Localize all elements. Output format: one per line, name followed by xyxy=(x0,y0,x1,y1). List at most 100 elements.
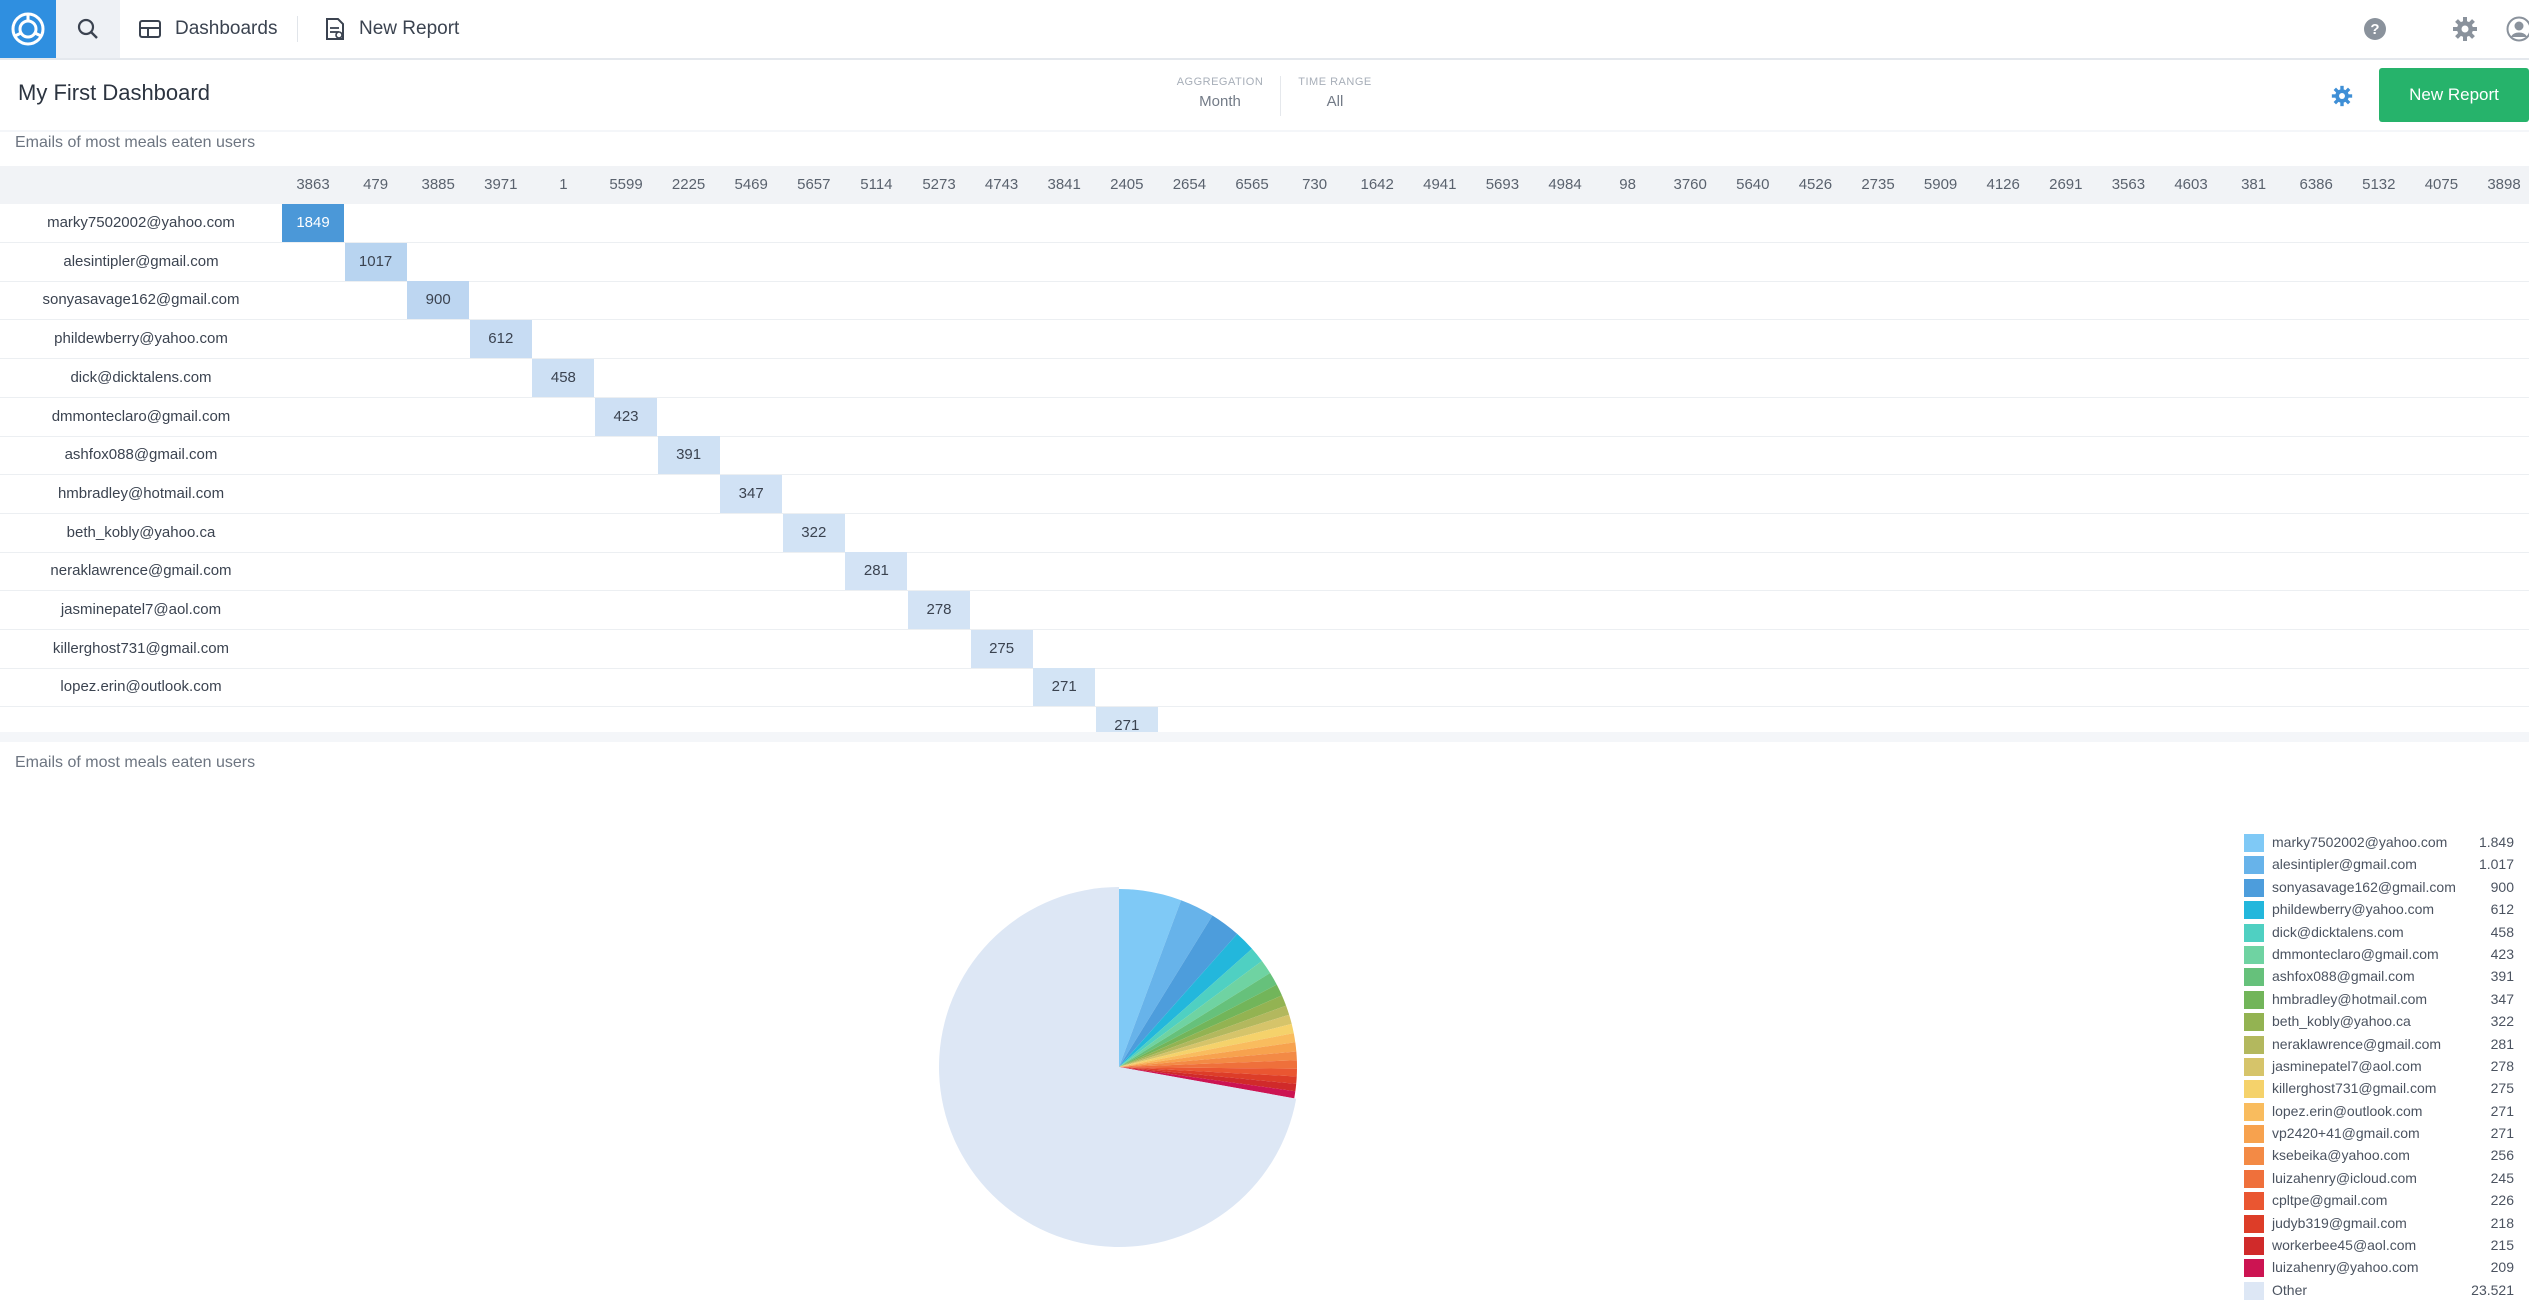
legend-value: 1.849 xyxy=(2478,834,2514,850)
legend-item[interactable]: workerbee45@aol.com 215 xyxy=(2244,1235,2514,1257)
legend-item[interactable]: jasminepatel7@aol.com 278 xyxy=(2244,1056,2514,1078)
heat-cell[interactable]: 278 xyxy=(908,591,970,629)
column-header: 5693 xyxy=(1485,176,1520,193)
legend-value: 391 xyxy=(2490,968,2514,985)
heat-cell[interactable]: 423 xyxy=(595,397,657,436)
help-button[interactable]: ? xyxy=(2360,14,2390,44)
legend-value: 245 xyxy=(2490,1169,2514,1186)
settings-button[interactable] xyxy=(2450,14,2480,44)
legend-item[interactable]: Other 23.521 xyxy=(2244,1280,2514,1302)
heat-cell[interactable]: 612 xyxy=(469,320,532,359)
row-email-label: jasminepatel7@aol.com xyxy=(60,601,222,618)
legend-item[interactable]: ksebeika@yahoo.com 256 xyxy=(2244,1145,2514,1167)
heat-cell[interactable]: 271 xyxy=(1095,707,1158,732)
legend-item[interactable]: marky7502002@yahoo.com 1.849 xyxy=(2244,832,2514,854)
column-header: 5657 xyxy=(797,176,831,193)
nav-new-report[interactable]: New Report xyxy=(325,0,459,58)
time-range-label: TIME RANGE xyxy=(1298,76,1372,88)
column-header: 3563 xyxy=(2111,176,2146,193)
heat-cell[interactable]: 281 xyxy=(845,552,908,591)
legend-value: 218 xyxy=(2490,1214,2514,1231)
legend-item[interactable]: vp2420+41@gmail.com 271 xyxy=(2244,1123,2514,1145)
row-email-label xyxy=(0,707,282,732)
nav-dashboards[interactable]: Dashboards xyxy=(139,0,277,58)
table-row: dmmonteclaro@gmail.com 423 xyxy=(0,397,2529,437)
dashboard-header: My First Dashboard AGGREGATION Month TIM… xyxy=(0,60,2529,130)
row-email-label: marky7502002@yahoo.com xyxy=(47,214,235,231)
legend-swatch xyxy=(2244,945,2264,964)
heat-cell[interactable]: 271 xyxy=(1033,668,1096,707)
dashboard-settings-button[interactable] xyxy=(2328,82,2356,110)
user-menu-button[interactable] xyxy=(2504,14,2529,44)
legend-item[interactable]: luizahenry@icloud.com 245 xyxy=(2244,1168,2514,1190)
column-header: 3841 xyxy=(1047,176,1081,193)
legend-item[interactable]: killerghost731@gmail.com 275 xyxy=(2244,1078,2514,1100)
legend-item[interactable]: cpltpe@gmail.com 226 xyxy=(2244,1190,2514,1212)
legend-label: vp2420+41@gmail.com xyxy=(2272,1125,2420,1142)
row-email-label: ashfox088@gmail.com xyxy=(64,446,218,464)
column-header: 6565 xyxy=(1235,176,1269,193)
legend-item[interactable]: phildewberry@yahoo.com 612 xyxy=(2244,899,2514,921)
legend-item[interactable]: ashfox088@gmail.com 391 xyxy=(2244,966,2514,988)
row-email-label: alesintipler@gmail.com xyxy=(63,252,219,270)
legend-item[interactable]: alesintipler@gmail.com 1.017 xyxy=(2244,854,2514,876)
svg-text:?: ? xyxy=(2370,21,2379,38)
table-row: neraklawrence@gmail.com 281 xyxy=(0,552,2529,592)
time-range-selector[interactable]: TIME RANGE All xyxy=(1290,76,1380,110)
heat-cell[interactable]: 1017 xyxy=(344,242,407,281)
heat-cell[interactable]: 391 xyxy=(657,436,720,475)
column-header: 3971 xyxy=(484,176,518,193)
column-header: 5273 xyxy=(922,176,956,193)
dashboard-title: My First Dashboard xyxy=(18,80,210,105)
legend-swatch xyxy=(2244,990,2264,1009)
column-header: 1 xyxy=(559,176,568,193)
table-row: lopez.erin@outlook.com 271 xyxy=(0,668,2529,708)
column-header: 98 xyxy=(1619,176,1636,193)
legend-item[interactable]: dmmonteclaro@gmail.com 423 xyxy=(2244,944,2514,966)
heat-cell[interactable]: 1849 xyxy=(282,204,344,242)
legend-label: phildewberry@yahoo.com xyxy=(2272,901,2435,918)
legend-item[interactable]: lopez.erin@outlook.com 271 xyxy=(2244,1101,2514,1123)
aggregation-label: AGGREGATION xyxy=(1176,76,1264,88)
heat-cell[interactable]: 322 xyxy=(782,513,845,552)
legend-label: cpltpe@gmail.com xyxy=(2272,1192,2388,1209)
row-email-label: dmmonteclaro@gmail.com xyxy=(51,407,231,425)
legend-label: luizahenry@icloud.com xyxy=(2272,1169,2417,1186)
legend-label: workerbee45@aol.com xyxy=(2272,1237,2417,1254)
gear-icon xyxy=(2331,85,2353,107)
legend-value: 612 xyxy=(2490,901,2514,918)
legend-swatch xyxy=(2244,1147,2264,1166)
legend-swatch xyxy=(2244,834,2264,852)
legend-value: 281 xyxy=(2490,1035,2514,1052)
legend-label: sonyasavage162@gmail.com xyxy=(2272,878,2456,895)
dashboard-icon xyxy=(139,20,161,38)
legend-label: dick@dicktalens.com xyxy=(2272,923,2404,940)
heat-cell[interactable]: 347 xyxy=(720,474,783,513)
aggregation-selector[interactable]: AGGREGATION Month xyxy=(1170,76,1270,110)
search-button[interactable] xyxy=(56,0,120,58)
legend-swatch xyxy=(2244,968,2264,987)
legend-item[interactable]: luizahenry@yahoo.com 209 xyxy=(2244,1257,2514,1279)
nav-divider xyxy=(297,16,298,42)
column-header: 4984 xyxy=(1548,176,1582,193)
legend-item[interactable]: beth_kobly@yahoo.ca 322 xyxy=(2244,1011,2514,1033)
legend-item[interactable]: dick@dicktalens.com 458 xyxy=(2244,922,2514,944)
app-logo[interactable] xyxy=(0,0,56,58)
legend-item[interactable]: hmbradley@hotmail.com 347 xyxy=(2244,989,2514,1011)
heat-cell[interactable]: 900 xyxy=(407,281,470,320)
legend-item[interactable]: neraklawrence@gmail.com 281 xyxy=(2244,1034,2514,1056)
time-range-value: All xyxy=(1326,93,1344,110)
legend-label: luizahenry@yahoo.com xyxy=(2272,1259,2419,1276)
help-icon: ? xyxy=(2364,18,2386,40)
heat-cell[interactable]: 275 xyxy=(970,629,1033,668)
row-email-label: neraklawrence@gmail.com xyxy=(50,562,232,580)
legend-item[interactable]: judyb319@gmail.com 218 xyxy=(2244,1213,2514,1235)
legend-item[interactable]: sonyasavage162@gmail.com 900 xyxy=(2244,877,2514,899)
row-email-label: lopez.erin@outlook.com xyxy=(60,678,222,696)
table-row: marky7502002@yahoo.com 1849 xyxy=(0,204,2529,243)
new-report-button[interactable]: New Report xyxy=(2379,68,2529,122)
column-header: 4126 xyxy=(1986,176,2020,193)
legend-swatch xyxy=(2244,1057,2264,1076)
heat-cell[interactable]: 458 xyxy=(532,358,595,397)
table-row: dick@dicktalens.com 458 xyxy=(0,358,2529,398)
